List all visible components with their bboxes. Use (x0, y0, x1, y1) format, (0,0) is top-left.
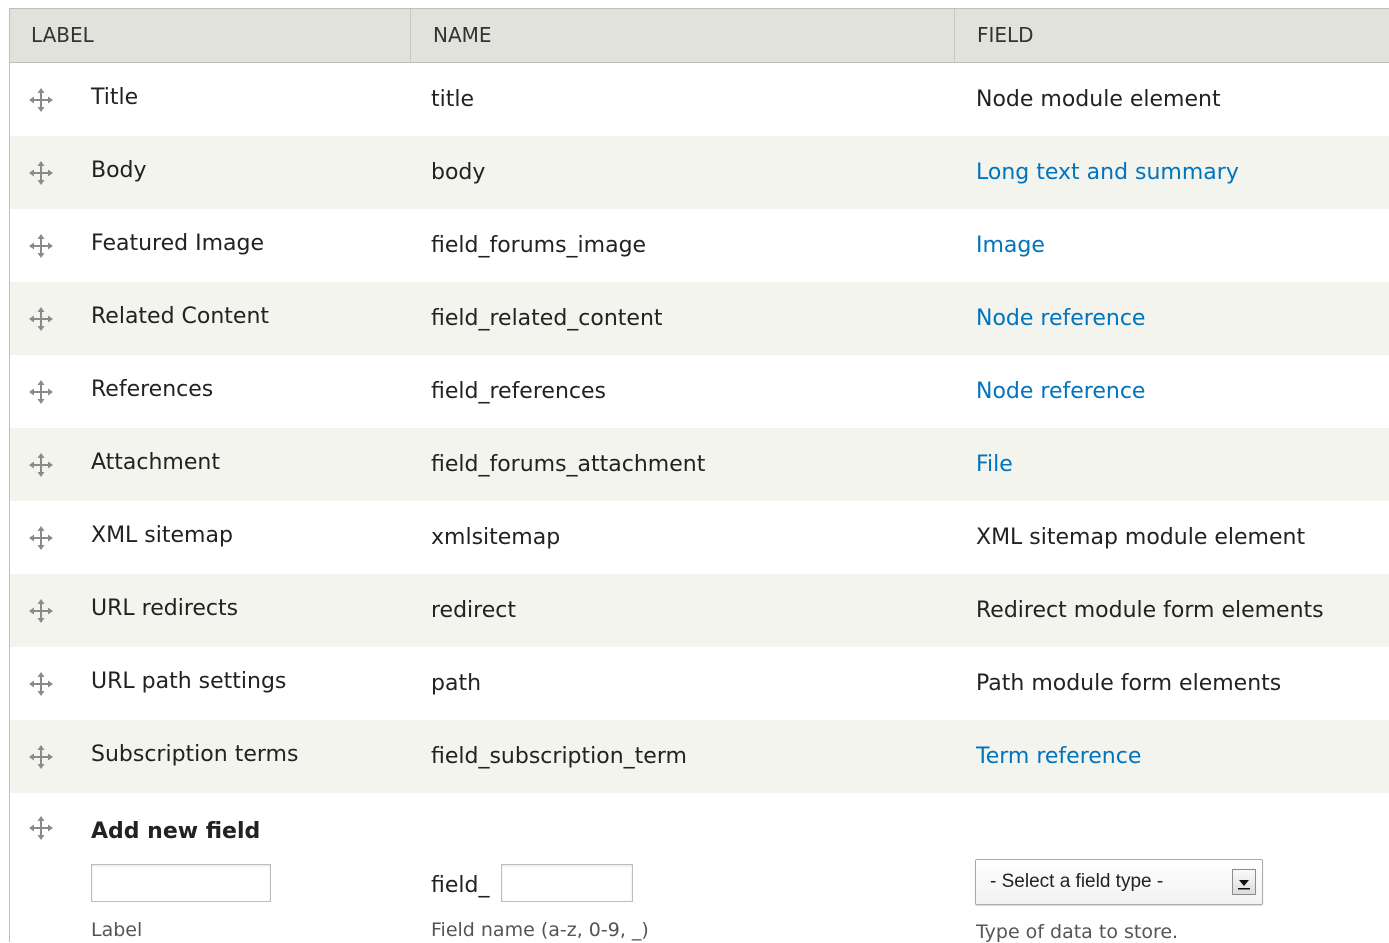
machine-name: body (431, 160, 486, 185)
field-label: Subscription terms (91, 742, 299, 767)
drag-handle-icon[interactable] (28, 671, 54, 697)
field-label: Title (91, 85, 139, 110)
machine-name: title (431, 87, 475, 112)
chevron-down-icon[interactable] (1232, 869, 1256, 895)
field-label: References (91, 377, 214, 402)
manage-fields-table: LABEL NAME FIELD Title title Node module e… (9, 8, 1389, 943)
new-field-label-input[interactable] (91, 864, 271, 902)
machine-name: path (431, 671, 482, 696)
field-type-description: Type of data to store. (976, 921, 1179, 943)
drag-handle-icon[interactable] (28, 598, 54, 624)
machine-name: field_forums_attachment (431, 452, 706, 477)
table-row: XML sitemap xmlsitemap XML sitemap module … (10, 501, 1389, 574)
drag-handle-icon[interactable] (28, 815, 54, 841)
field-type-select[interactable]: - Select a field type - (975, 859, 1263, 905)
field-name-prefix: field_ (431, 873, 490, 898)
table-row: Title title Node module element (10, 63, 1389, 136)
column-header-label: LABEL (31, 23, 94, 47)
machine-name: field_related_content (431, 306, 663, 331)
field-label: URL path settings (91, 669, 287, 694)
machine-name: xmlsitemap (431, 525, 561, 550)
field-type-link[interactable]: Term reference (976, 744, 1141, 769)
field-type-select-value: - Select a field type - (990, 871, 1164, 892)
field-label: XML sitemap (91, 523, 233, 548)
drag-handle-icon[interactable] (28, 233, 54, 259)
field-label: Featured Image (91, 231, 264, 256)
table-row: Featured Image field_forums_image Image (10, 209, 1389, 282)
field-label: URL redirects (91, 596, 239, 621)
add-new-field-row: Add new field Label field_ Field name (a… (10, 793, 1389, 943)
new-field-name-input[interactable] (501, 864, 633, 902)
add-new-field-title: Add new field (91, 819, 261, 844)
drag-handle-icon[interactable] (28, 744, 54, 770)
drag-handle-icon[interactable] (28, 160, 54, 186)
field-type-text: Node module element (976, 87, 1221, 112)
new-field-name-description: Field name (a-z, 0-9, _) (431, 919, 649, 941)
table-row: URL path settings path Path module form el… (10, 647, 1389, 720)
table-row: URL redirects redirect Redirect module for… (10, 574, 1389, 647)
field-type-text: Path module form elements (976, 671, 1282, 696)
table-row: Subscription terms field_subscription_ter… (10, 720, 1389, 793)
field-type-link[interactable]: Node reference (976, 379, 1145, 404)
field-type-link[interactable]: File (976, 452, 1013, 477)
table-row: Attachment field_forums_attachment File (10, 428, 1389, 501)
table-header: LABEL NAME FIELD (10, 9, 1389, 63)
field-type-link[interactable]: Node reference (976, 306, 1145, 331)
column-header-name: NAME (410, 9, 954, 62)
field-type-link[interactable]: Long text and summary (976, 160, 1239, 185)
table-row: References field_references Node reference (10, 355, 1389, 428)
field-label: Body (91, 158, 147, 183)
drag-handle-icon[interactable] (28, 452, 54, 478)
drag-handle-icon[interactable] (28, 379, 54, 405)
machine-name: field_subscription_term (431, 744, 687, 769)
machine-name: redirect (431, 598, 516, 623)
field-type-text: XML sitemap module element (976, 525, 1306, 550)
table-row: Body body Long text and summary (10, 136, 1389, 209)
field-type-text: Redirect module form elements (976, 598, 1324, 623)
machine-name: field_forums_image (431, 233, 647, 258)
new-field-label-description: Label (91, 919, 143, 941)
column-header-field: FIELD (954, 9, 1389, 62)
field-type-link[interactable]: Image (976, 233, 1045, 258)
field-label: Related Content (91, 304, 270, 329)
drag-handle-icon[interactable] (28, 525, 54, 551)
drag-handle-icon[interactable] (28, 306, 54, 332)
field-label: Attachment (91, 450, 220, 475)
table-row: Related Content field_related_content Node… (10, 282, 1389, 355)
machine-name: field_references (431, 379, 606, 404)
drag-handle-icon[interactable] (28, 87, 54, 113)
